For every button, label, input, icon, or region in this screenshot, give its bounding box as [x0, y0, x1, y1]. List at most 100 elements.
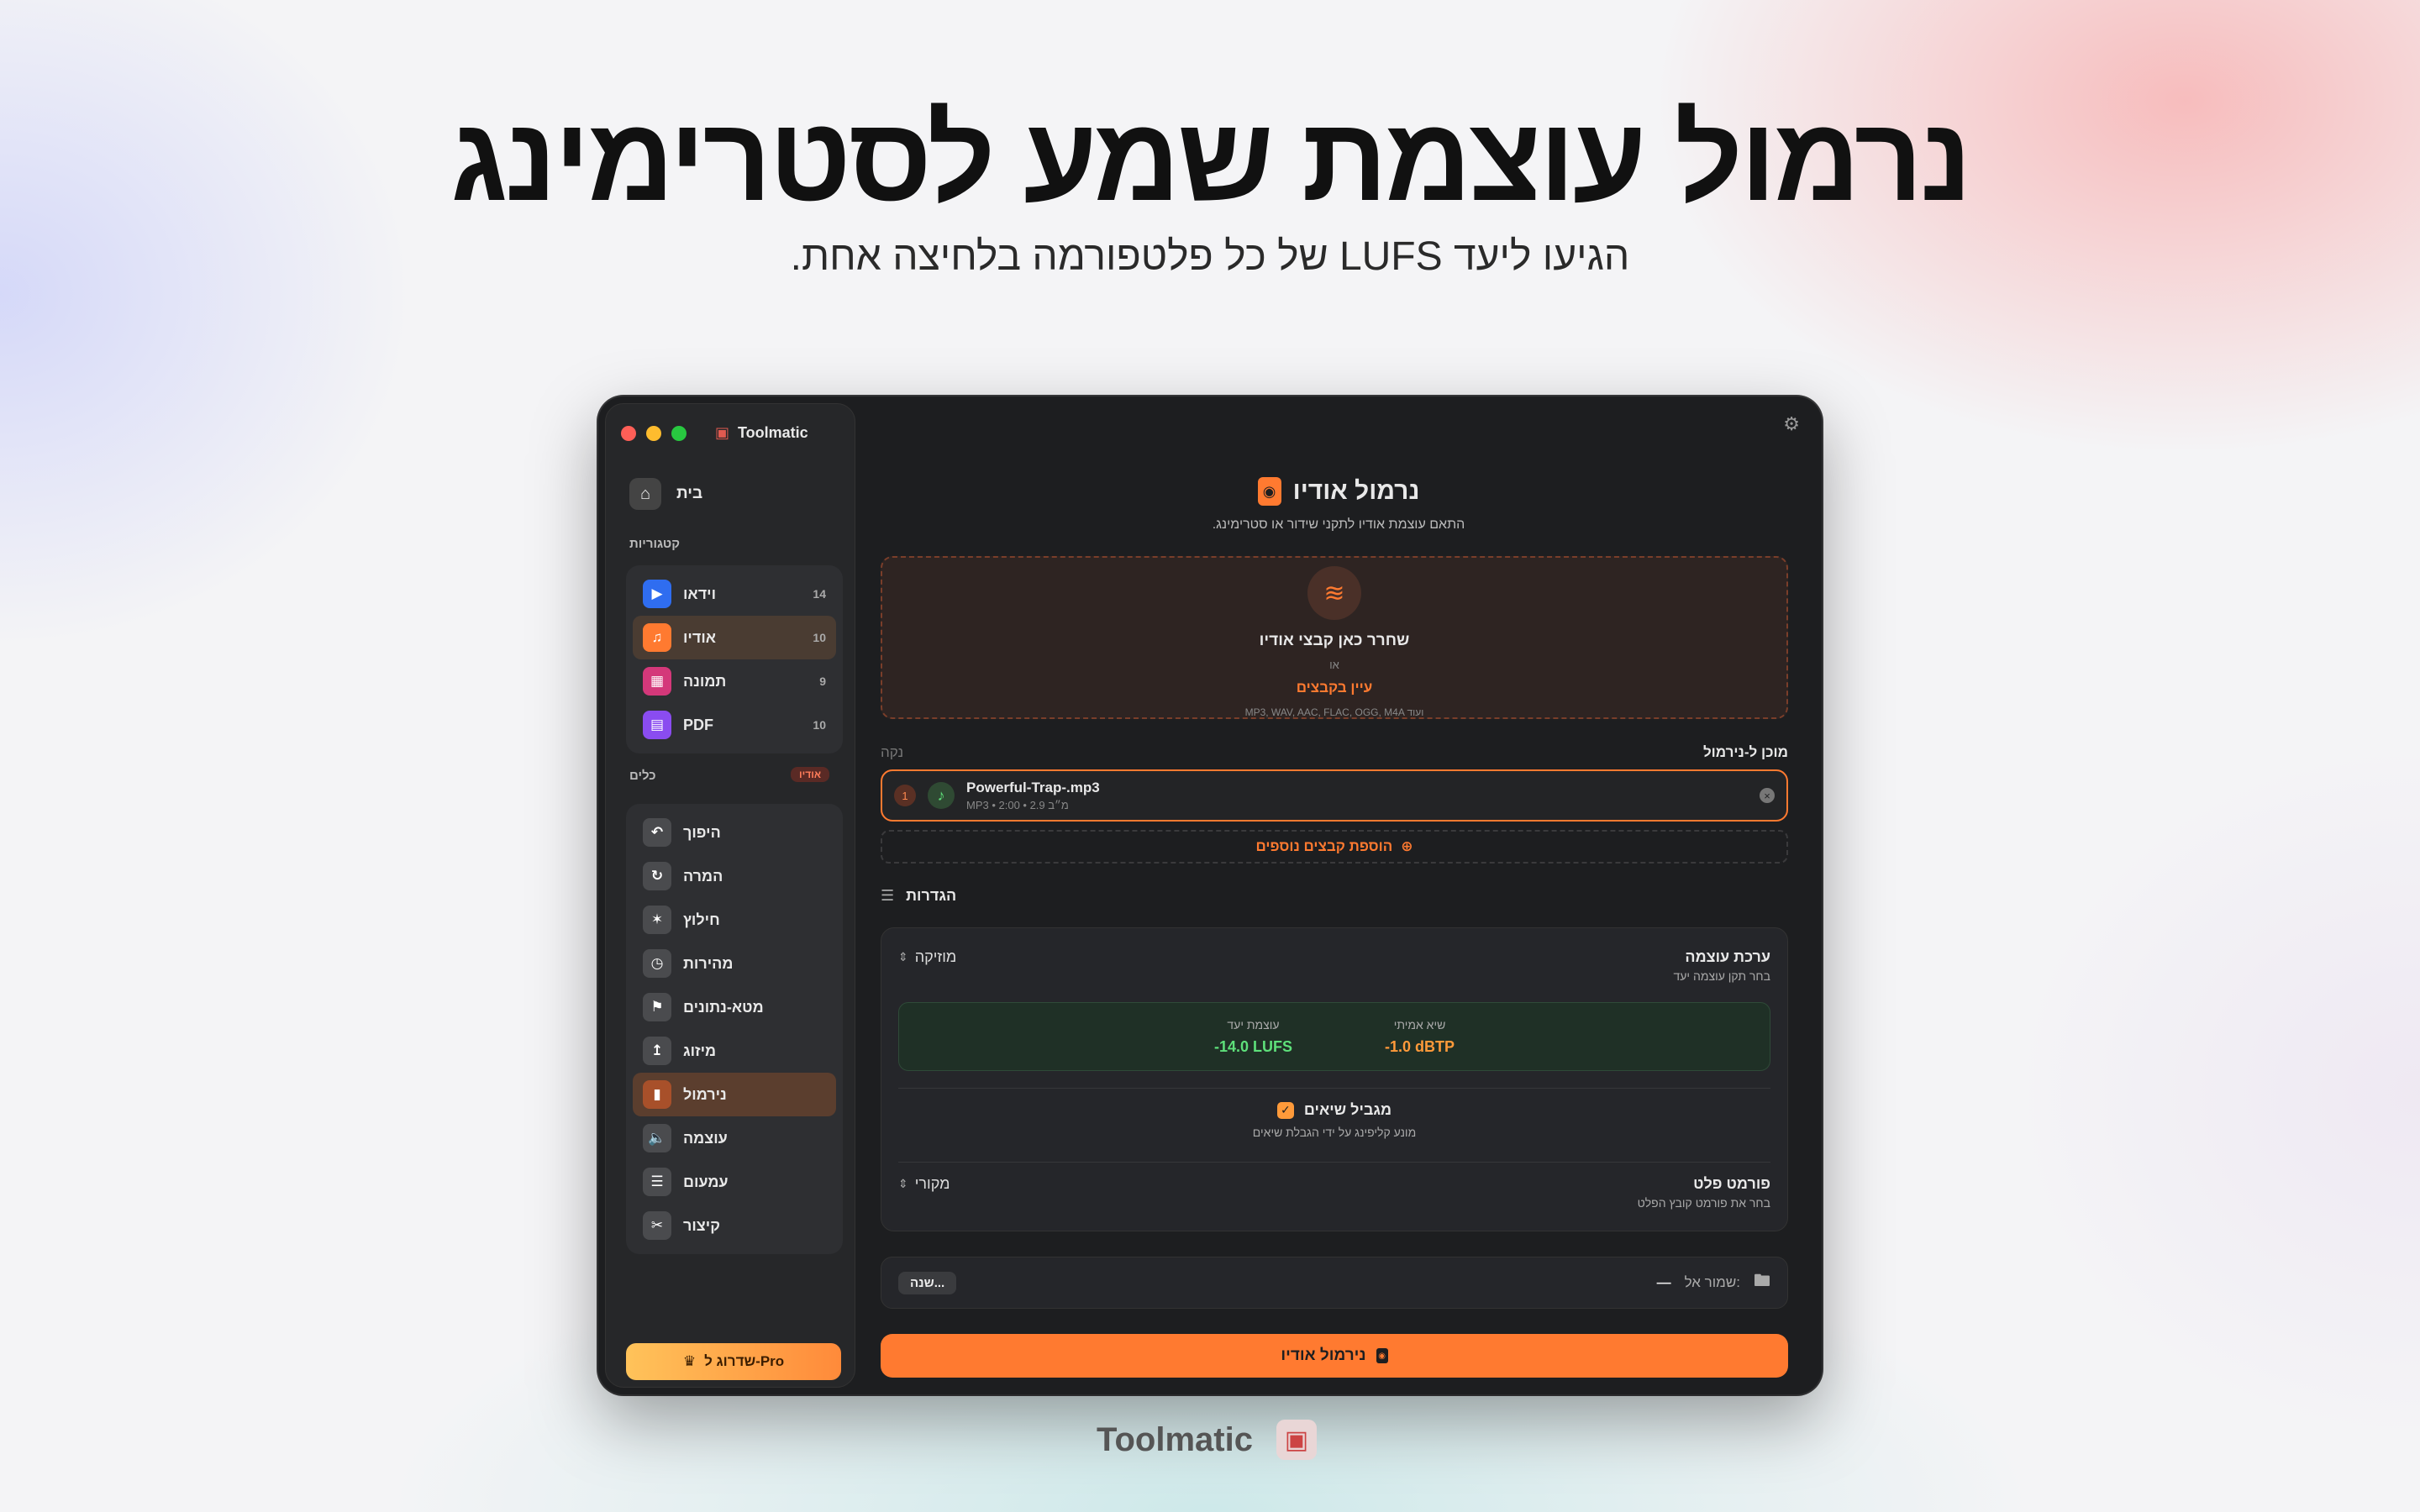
drop-title: שחרר כאן קבצי אודיו	[1259, 632, 1410, 649]
peak-limiter-toggle[interactable]: ✓ מגביל שיאים	[1276, 1101, 1392, 1119]
page-title: נרמול אודיו ◉	[855, 477, 1822, 506]
merge-icon: ↥	[643, 1037, 671, 1065]
minimize-window-button[interactable]	[646, 426, 661, 441]
target-loudness: עוצמת יעד -14.0 LUFS	[1214, 1018, 1292, 1056]
sidebar-item-fade[interactable]: ☰ עמעום	[633, 1160, 836, 1204]
window-controls	[621, 426, 687, 441]
sidebar-item-speed[interactable]: ◷ מהירות	[633, 942, 836, 985]
music-note-icon: ♪	[928, 782, 955, 809]
sidebar-item-merge[interactable]: ↥ מיזוג	[633, 1029, 836, 1073]
tool-label: עמעום	[683, 1173, 729, 1190]
checkmark-icon[interactable]: ✓	[1276, 1101, 1294, 1119]
add-more-files-button[interactable]: הוספת קבצים נוספים ⊕	[881, 830, 1788, 864]
file-row[interactable]: 1 ♪ Powerful-Trap-.mp3 MP3 • 2:00 • 2.9 …	[881, 769, 1788, 822]
upgrade-button[interactable]: ♛ שדרוג ל-Pro	[626, 1343, 841, 1380]
sliders-icon: ☰	[881, 887, 895, 904]
file-name: Powerful-Trap-.mp3	[966, 780, 1100, 795]
music-note-icon: ♫	[643, 623, 671, 652]
video-icon: ▶	[643, 580, 671, 608]
divider	[898, 1088, 1770, 1089]
settings-heading: ☰ הגדרות	[881, 887, 956, 905]
waveform-icon: ≋	[1307, 566, 1361, 620]
extract-icon: ✶	[643, 906, 671, 934]
speed-icon: ◷	[643, 949, 671, 978]
sidebar-item-extract[interactable]: ✶ חילוץ	[633, 898, 836, 942]
volume-icon: 🔈	[643, 1124, 671, 1152]
page-subtitle: התאם עוצמת אודיו לתקני שידור או סטרימינג…	[1212, 517, 1465, 532]
settings-title: הגדרות	[906, 887, 957, 904]
settings-panel: ⇕ מוזיקה ערכת עוצמה בחר תקן עוצמה יעד עו…	[881, 927, 1788, 1231]
hero-headline: נרמול עוצמת שמע לסטרימינג	[450, 92, 1971, 226]
drop-zone[interactable]: ≋ שחרר כאן קבצי אודיו או עיין בקבצים MP3…	[881, 556, 1788, 719]
home-label: בית	[676, 485, 703, 502]
category-label: תמונה	[683, 672, 727, 690]
plus-circle-icon: ⊕	[1401, 838, 1413, 854]
file-list-title: מוכן ל-נירמול	[1702, 744, 1788, 760]
app-title: ▣ Toolmatic	[715, 424, 808, 442]
preset-subtitle: בחר תקן עוצמה יעד	[1673, 969, 1770, 983]
file-index: 1	[894, 785, 916, 806]
preset-select[interactable]: ⇕ מוזיקה	[898, 948, 956, 966]
tool-label: מיזוג	[683, 1042, 717, 1059]
peak-limiter-subtitle: מונע קליפינג על ידי הגבלת שיאים	[1252, 1126, 1417, 1139]
tool-label: חילוץ	[683, 911, 720, 928]
output-format-value: מקורי	[914, 1175, 950, 1192]
sidebar-item-pdf[interactable]: ▤ PDF 10	[633, 703, 836, 747]
preset-value: מוזיקה	[914, 948, 957, 965]
category-label: אודיו	[683, 628, 717, 646]
sidebar-item-normalize[interactable]: ▮ נירמול	[633, 1073, 836, 1116]
category-count: 9	[819, 675, 826, 688]
output-format-subtitle: בחר את פורמט קובץ הפלט	[1637, 1196, 1770, 1210]
change-location-button[interactable]: שנה...	[898, 1271, 957, 1294]
footer-brand: Toolmatic ▣	[1097, 1420, 1317, 1460]
add-more-label: הוספת קבצים נוספים	[1255, 838, 1393, 854]
output-format-row: ⇕ מקורי פורמט פלט בחר את פורמט קובץ הפלט	[898, 1175, 1770, 1210]
true-peak-value: -1.0 dBTP	[1385, 1037, 1455, 1055]
file-list-header: נקה מוכן ל-נירמול	[881, 744, 1788, 761]
hero-subheadline: הגיעו ליעד LUFS של כל פלטפורמה בלחיצה אח…	[790, 234, 1630, 279]
output-format-text: פורמט פלט בחר את פורמט קובץ הפלט	[1638, 1175, 1770, 1210]
tool-label: מהירות	[683, 954, 734, 972]
speaker-icon: ◉	[1257, 477, 1281, 506]
tools-group: ↶ היפוך ↻ המרה ✶ חילוץ ◷ מהירות ⚑ מטא-נת…	[626, 804, 843, 1254]
preset-row: ⇕ מוזיקה ערכת עוצמה בחר תקן עוצמה יעד	[898, 948, 1770, 983]
output-format-title: פורמט פלט	[1693, 1175, 1770, 1192]
sidebar-item-metadata[interactable]: ⚑ מטא-נתונים	[633, 985, 836, 1029]
supported-formats: MP3, WAV, AAC, FLAC, OGG, M4A ועוד	[1244, 706, 1424, 718]
file-info: Powerful-Trap-.mp3 MP3 • 2:00 • 2.9 מ״ב	[966, 780, 1100, 811]
footer-brand-name: Toolmatic	[1097, 1420, 1253, 1458]
preset-title: ערכת עוצמה	[1685, 948, 1770, 965]
output-format-select[interactable]: ⇕ מקורי	[898, 1175, 950, 1193]
image-icon: ▦	[643, 667, 671, 696]
sidebar-item-trim[interactable]: ✂ קיצור	[633, 1204, 836, 1247]
remove-file-icon[interactable]: ×	[1760, 788, 1775, 803]
upgrade-label: שדרוג ל-Pro	[704, 1353, 785, 1369]
tool-label: נירמול	[683, 1085, 727, 1103]
sidebar-item-volume[interactable]: 🔈 עוצמה	[633, 1116, 836, 1160]
sidebar-item-convert[interactable]: ↻ המרה	[633, 854, 836, 898]
sidebar: ▣ Toolmatic ⌂ בית קטגוריות ▶ וידאו 14 ♫ …	[605, 403, 855, 1388]
sidebar-item-video[interactable]: ▶ וידאו 14	[633, 572, 836, 616]
clear-button[interactable]: נקה	[881, 744, 903, 761]
toolbox-icon: ▣	[1276, 1420, 1317, 1460]
pdf-icon: ▤	[643, 711, 671, 739]
category-count: 10	[813, 718, 826, 732]
target-values-card: עוצמת יעד -14.0 LUFS שיא אמיתי -1.0 dBTP	[898, 1002, 1770, 1071]
browse-files-link[interactable]: עיין בקבצים	[882, 680, 1786, 696]
home-icon: ⌂	[629, 478, 661, 510]
sidebar-item-reverse[interactable]: ↶ היפוך	[633, 811, 836, 854]
tool-label: עוצמה	[683, 1129, 728, 1147]
sidebar-item-audio[interactable]: ♫ אודיו 10	[633, 616, 836, 659]
sidebar-item-image[interactable]: ▦ תמונה 9	[633, 659, 836, 703]
tag-icon: ⚑	[643, 993, 671, 1021]
sidebar-item-home[interactable]: ⌂ בית	[629, 478, 702, 510]
close-window-button[interactable]	[621, 426, 636, 441]
gear-icon[interactable]: ⚙	[1783, 413, 1800, 435]
tool-label: מטא-נתונים	[683, 998, 764, 1016]
tool-label: היפוך	[683, 823, 721, 841]
zoom-window-button[interactable]	[671, 426, 687, 441]
file-meta: MP3 • 2:00 • 2.9 מ״ב	[966, 799, 1069, 811]
target-loudness-label: עוצמת יעד	[1227, 1017, 1280, 1032]
crown-icon: ♛	[682, 1353, 697, 1369]
normalize-audio-button[interactable]: נירמול אודיו ◉	[881, 1334, 1788, 1378]
